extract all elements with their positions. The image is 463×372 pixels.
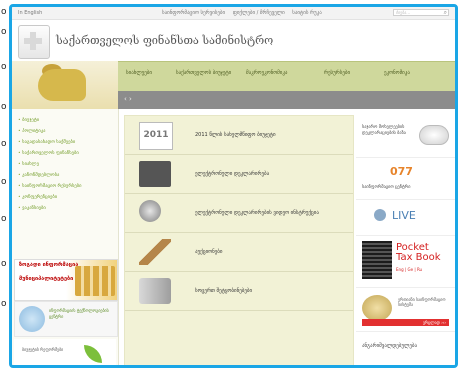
promo-banner-general[interactable]: ზოგადი ინფორმაცია მუნიციპალიტეტები xyxy=(14,259,118,301)
list-item-label[interactable]: 2011 წლის სახელმწიფო ბიუჯეტი xyxy=(195,132,276,139)
sidebar-item[interactable]: სიახლე xyxy=(18,159,81,170)
list-item[interactable]: 2011 2011 წლის სახელმწიფო ბიუჯეტი xyxy=(125,116,353,155)
leaf-icon xyxy=(84,345,102,363)
promo-banner-it[interactable]: ინფორმაციის ტექნოლოგიების ცენტრი xyxy=(14,301,118,337)
promo-text: ბიუჯეტის რეფორმები xyxy=(22,347,64,352)
top-link[interactable]: საინფორმაციო სერვისები xyxy=(162,10,225,16)
bullet: o xyxy=(1,102,7,112)
sidebar-item[interactable]: საქართველოს ფინანსები xyxy=(18,148,81,159)
hotline-number: 077 xyxy=(390,165,413,178)
laptop-icon xyxy=(139,161,171,187)
page-title[interactable]: საქართველოს ფინანსთა სამინისტრო xyxy=(56,34,273,47)
card-hotline[interactable]: 077 საინფორმაციო ცენტრი xyxy=(356,159,455,200)
list-item[interactable]: აუქციონები xyxy=(125,233,353,272)
sidebar-item[interactable]: კანონმდებლობა xyxy=(18,170,81,181)
main-navigation: სიახლეები საქართველოს ბიუჯეტი მაკროეკონო… xyxy=(118,61,455,92)
top-bar: In English საინფორმაციო სერვისები ფიქლებ… xyxy=(12,7,455,20)
list-item-label[interactable]: ელექტრონული დეკლარირების ვიდეო ინსტრუქცი… xyxy=(195,210,319,217)
sidebar-item[interactable]: კონფერენციები xyxy=(18,192,81,203)
card-text: ანგარიშვალდებულება xyxy=(362,343,417,349)
sidebar-item[interactable]: საინფორმაციო რესურსები xyxy=(18,181,81,192)
card-text: ერთიანი საინფორმაციო სისტემა xyxy=(398,297,446,307)
card-info-system[interactable]: ერთიანი საინფორმაციო სისტემა ვრცლად ››› xyxy=(356,289,455,332)
list-item[interactable]: ელექტრონული დეკლარირების ვიდეო ინსტრუქცი… xyxy=(125,194,353,233)
card-pocket-tax-book[interactable]: Pocket Tax Book Eng | Ge | Ru xyxy=(356,237,455,288)
nav-item[interactable]: საქართველოს ბიუჯეტი xyxy=(176,70,231,76)
gavel-icon xyxy=(139,239,171,265)
site-header: საქართველოს ფინანსთა სამინისტრო xyxy=(12,20,455,60)
play-icon xyxy=(374,209,386,221)
sidebar-item[interactable]: ვაკანსიები xyxy=(18,203,81,214)
bullet: o xyxy=(1,7,7,17)
coat-of-arms-icon[interactable] xyxy=(18,25,50,59)
bullet: o xyxy=(1,139,7,149)
camera-icon xyxy=(139,200,161,222)
promo-banner-reforms[interactable]: ბიუჯეტის რეფორმები xyxy=(14,339,116,365)
speaker-icon xyxy=(139,278,171,304)
bullet: o xyxy=(1,177,7,187)
card-live[interactable]: LIVE xyxy=(356,201,455,236)
slider-bar: ‹ › xyxy=(118,91,455,109)
card-declarations[interactable]: საჯარო მოხელეების დეკლარაციების ბაზა xyxy=(356,115,455,158)
sidebar: ბიუჯეტი პოლიტიკა საგადასახადო საქმეები ს… xyxy=(12,109,119,365)
bullet: o xyxy=(1,27,7,37)
search-input[interactable]: ძიება... ⌕ xyxy=(393,9,449,16)
nav-item[interactable]: სიახლეები xyxy=(126,70,152,76)
bullet: o xyxy=(1,259,7,269)
card-accountability[interactable]: ანგარიშვალდებულება xyxy=(356,333,455,365)
list-item-label[interactable]: სოცერთ შეტყობინებები xyxy=(195,288,252,295)
gears-icon xyxy=(362,295,392,321)
list-item-label[interactable]: აუქციონები xyxy=(195,249,222,256)
coins-icon xyxy=(75,266,115,296)
sidebar-menu: ბიუჯეტი პოლიტიკა საგადასახადო საქმეები ს… xyxy=(18,115,81,214)
top-link[interactable]: საიტის რუკა xyxy=(292,10,321,16)
bullet: o xyxy=(1,214,7,224)
card-text: საჯარო მოხელეების დეკლარაციების ბაზა xyxy=(362,125,406,136)
network-icon xyxy=(19,306,45,332)
more-button[interactable]: ვრცლად ››› xyxy=(362,319,449,326)
lion-icon xyxy=(38,69,86,101)
lion-banner xyxy=(12,61,118,109)
nav-item[interactable]: მაკროეკონომიკა xyxy=(246,70,287,76)
sidebar-item[interactable]: პოლიტიკა xyxy=(18,126,81,137)
tax-book-title: Tax Book xyxy=(396,252,441,263)
budget-2011-icon: 2011 xyxy=(139,122,173,150)
top-links: საინფორმაციო სერვისები ფიქლები / მრჩეველ… xyxy=(162,10,328,16)
right-column: საჯარო მოხელეების დეკლარაციების ბაზა 077… xyxy=(356,115,455,365)
book-image xyxy=(362,241,392,279)
nav-item[interactable]: ეკონომიკა xyxy=(384,70,410,76)
list-item[interactable]: სოცერთ შეტყობინებები xyxy=(125,272,353,311)
card-text: საინფორმაციო ცენტრი xyxy=(362,185,411,190)
margin-bullets: o o o o o o o o o xyxy=(0,0,9,372)
sidebar-item[interactable]: საგადასახადო საქმეები xyxy=(18,137,81,148)
language-link[interactable]: In English xyxy=(18,10,42,16)
search-icon[interactable]: ⌕ xyxy=(444,9,447,17)
bullet: o xyxy=(1,62,7,72)
live-label: LIVE xyxy=(392,209,416,222)
main-content: 2011 2011 წლის სახელმწიფო ბიუჯეტი ელექტრ… xyxy=(124,115,354,365)
browser-frame: In English საინფორმაციო სერვისები ფიქლებ… xyxy=(9,4,458,368)
nav-item[interactable]: რესურსები xyxy=(324,70,350,76)
promo-title: ზოგადი ინფორმაცია xyxy=(19,262,79,268)
slider-arrows[interactable]: ‹ › xyxy=(124,95,132,103)
emblem-cross-horizontal xyxy=(24,38,42,44)
top-link[interactable]: ფიქლები / მრჩეველი xyxy=(233,10,285,16)
sidebar-item[interactable]: ბიუჯეტი xyxy=(18,115,81,126)
list-item[interactable]: ელექტრონული დეკლარირება xyxy=(125,155,353,194)
promo-text: ინფორმაციის ტექნოლოგიების ცენტრი xyxy=(49,308,109,319)
promo-subtitle: მუნიციპალიტეტები xyxy=(19,276,74,282)
list-item-label[interactable]: ელექტრონული დეკლარირება xyxy=(195,171,269,178)
mouse-icon xyxy=(419,125,449,145)
language-options[interactable]: Eng | Ge | Ru xyxy=(396,267,422,272)
bullet: o xyxy=(1,299,7,309)
search-placeholder: ძიება... xyxy=(396,10,411,15)
